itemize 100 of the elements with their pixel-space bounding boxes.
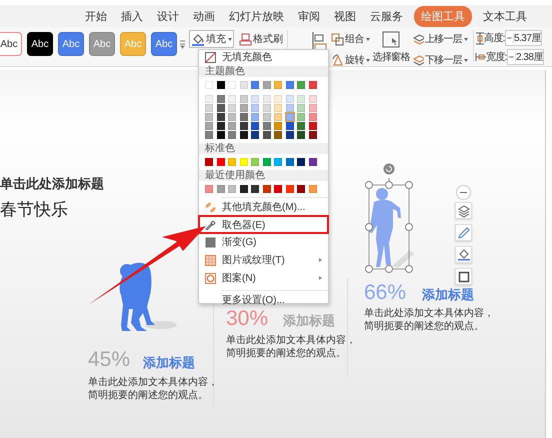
ribbon-tab[interactable]: 插入	[114, 6, 150, 26]
color-swatch[interactable]	[262, 81, 270, 89]
color-swatch[interactable]	[308, 122, 316, 130]
color-swatch[interactable]	[308, 81, 316, 89]
color-swatch[interactable]	[228, 104, 236, 112]
bucket-button[interactable]	[455, 246, 472, 263]
color-swatch[interactable]	[228, 158, 236, 166]
color-swatch[interactable]	[286, 113, 294, 121]
color-swatch[interactable]	[308, 113, 316, 121]
color-swatch[interactable]	[308, 131, 316, 139]
color-swatch[interactable]	[216, 122, 224, 130]
color-swatch[interactable]	[251, 158, 259, 166]
menu-item[interactable]: 图片或纹理(T)	[199, 251, 328, 269]
menu-item[interactable]: 渐变(G)	[199, 233, 328, 251]
color-swatch[interactable]	[251, 81, 259, 89]
color-swatch[interactable]	[216, 113, 224, 121]
color-swatch[interactable]	[274, 104, 282, 112]
frame-button[interactable]	[455, 268, 472, 285]
color-swatch[interactable]	[205, 95, 213, 103]
height-field[interactable]: − 5.37厘	[504, 30, 542, 46]
color-swatch[interactable]	[286, 131, 294, 139]
color-swatch[interactable]	[216, 131, 224, 139]
style-preset[interactable]: Abc	[58, 32, 84, 56]
ribbon-tab[interactable]: 设计	[150, 6, 186, 26]
color-swatch[interactable]	[251, 185, 259, 193]
color-swatch[interactable]	[240, 81, 248, 89]
color-swatch[interactable]	[251, 113, 259, 121]
style-preset[interactable]: Abc	[27, 32, 53, 56]
collapse-icon[interactable]	[456, 185, 471, 200]
color-swatch[interactable]	[262, 131, 270, 139]
width-field[interactable]: − 2.38厘	[506, 49, 544, 65]
color-swatch[interactable]	[228, 113, 236, 121]
color-swatch[interactable]	[297, 185, 305, 193]
color-swatch[interactable]	[297, 122, 305, 130]
color-swatch[interactable]	[297, 131, 305, 139]
ribbon-tab[interactable]: 幻灯片放映	[222, 6, 291, 26]
color-swatch[interactable]	[274, 185, 282, 193]
color-swatch[interactable]	[274, 81, 282, 89]
color-swatch[interactable]	[216, 81, 224, 89]
color-swatch[interactable]	[251, 131, 259, 139]
color-swatch[interactable]	[240, 131, 248, 139]
format-painter-button[interactable]: 格式刷	[237, 30, 285, 48]
color-swatch[interactable]	[262, 185, 270, 193]
color-swatch[interactable]	[240, 113, 248, 121]
color-swatch[interactable]	[240, 158, 248, 166]
color-swatch[interactable]	[286, 158, 294, 166]
color-swatch[interactable]	[216, 158, 224, 166]
color-swatch[interactable]	[308, 104, 316, 112]
color-swatch[interactable]	[228, 122, 236, 130]
color-swatch[interactable]	[286, 95, 294, 103]
fill-button[interactable]: 填充	[189, 30, 234, 48]
color-swatch[interactable]	[240, 122, 248, 130]
menu-item[interactable]: 更多设置(O)...	[199, 291, 328, 309]
color-swatch[interactable]	[274, 113, 282, 121]
color-swatch[interactable]	[286, 81, 294, 89]
color-swatch[interactable]	[308, 158, 316, 166]
color-swatch[interactable]	[216, 104, 224, 112]
rotate-button[interactable]: 旋转	[329, 51, 372, 66]
color-swatch[interactable]	[262, 113, 270, 121]
color-swatch[interactable]	[286, 185, 294, 193]
color-swatch[interactable]	[251, 104, 259, 112]
pen-button[interactable]	[455, 224, 472, 241]
color-swatch[interactable]	[286, 104, 294, 112]
color-swatch[interactable]	[228, 95, 236, 103]
color-swatch[interactable]	[286, 122, 294, 130]
color-swatch[interactable]	[228, 131, 236, 139]
style-preset[interactable]: Abc	[151, 32, 177, 56]
rotate-handle-icon[interactable]	[383, 163, 395, 175]
color-swatch[interactable]	[240, 104, 248, 112]
group-button[interactable]: 组合	[329, 30, 372, 48]
color-swatch[interactable]	[205, 185, 213, 193]
color-swatch[interactable]	[297, 113, 305, 121]
color-swatch[interactable]	[228, 185, 236, 193]
color-swatch[interactable]	[308, 185, 316, 193]
color-swatch[interactable]	[216, 95, 224, 103]
ribbon-tab[interactable]: 动画	[186, 6, 222, 26]
color-swatch[interactable]	[274, 122, 282, 130]
color-swatch[interactable]	[216, 185, 224, 193]
color-swatch[interactable]	[205, 158, 213, 166]
style-preset[interactable]: Abc	[0, 32, 22, 56]
color-swatch[interactable]	[297, 158, 305, 166]
menu-item[interactable]: 取色器(E)	[199, 216, 328, 233]
more-styles-icon[interactable]	[180, 38, 185, 50]
color-swatch[interactable]	[297, 95, 305, 103]
color-swatch[interactable]	[205, 113, 213, 121]
color-swatch[interactable]	[240, 95, 248, 103]
selection-pane-button[interactable]: 选择窗格	[372, 30, 410, 64]
menu-item[interactable]: 其他填充颜色(M)...	[199, 198, 328, 216]
bring-forward-button[interactable]: 上移一层	[410, 30, 470, 48]
color-swatch[interactable]	[205, 131, 213, 139]
color-swatch[interactable]	[262, 104, 270, 112]
layers-button[interactable]	[455, 202, 472, 219]
color-swatch[interactable]	[274, 158, 282, 166]
color-swatch[interactable]	[205, 104, 213, 112]
ribbon-tab[interactable]: 视图	[327, 6, 363, 26]
color-swatch[interactable]	[262, 122, 270, 130]
send-backward-button[interactable]: 下移一层	[410, 51, 470, 66]
color-swatch[interactable]	[297, 104, 305, 112]
ribbon-tab[interactable]: 审阅	[291, 6, 327, 26]
color-swatch[interactable]	[262, 95, 270, 103]
